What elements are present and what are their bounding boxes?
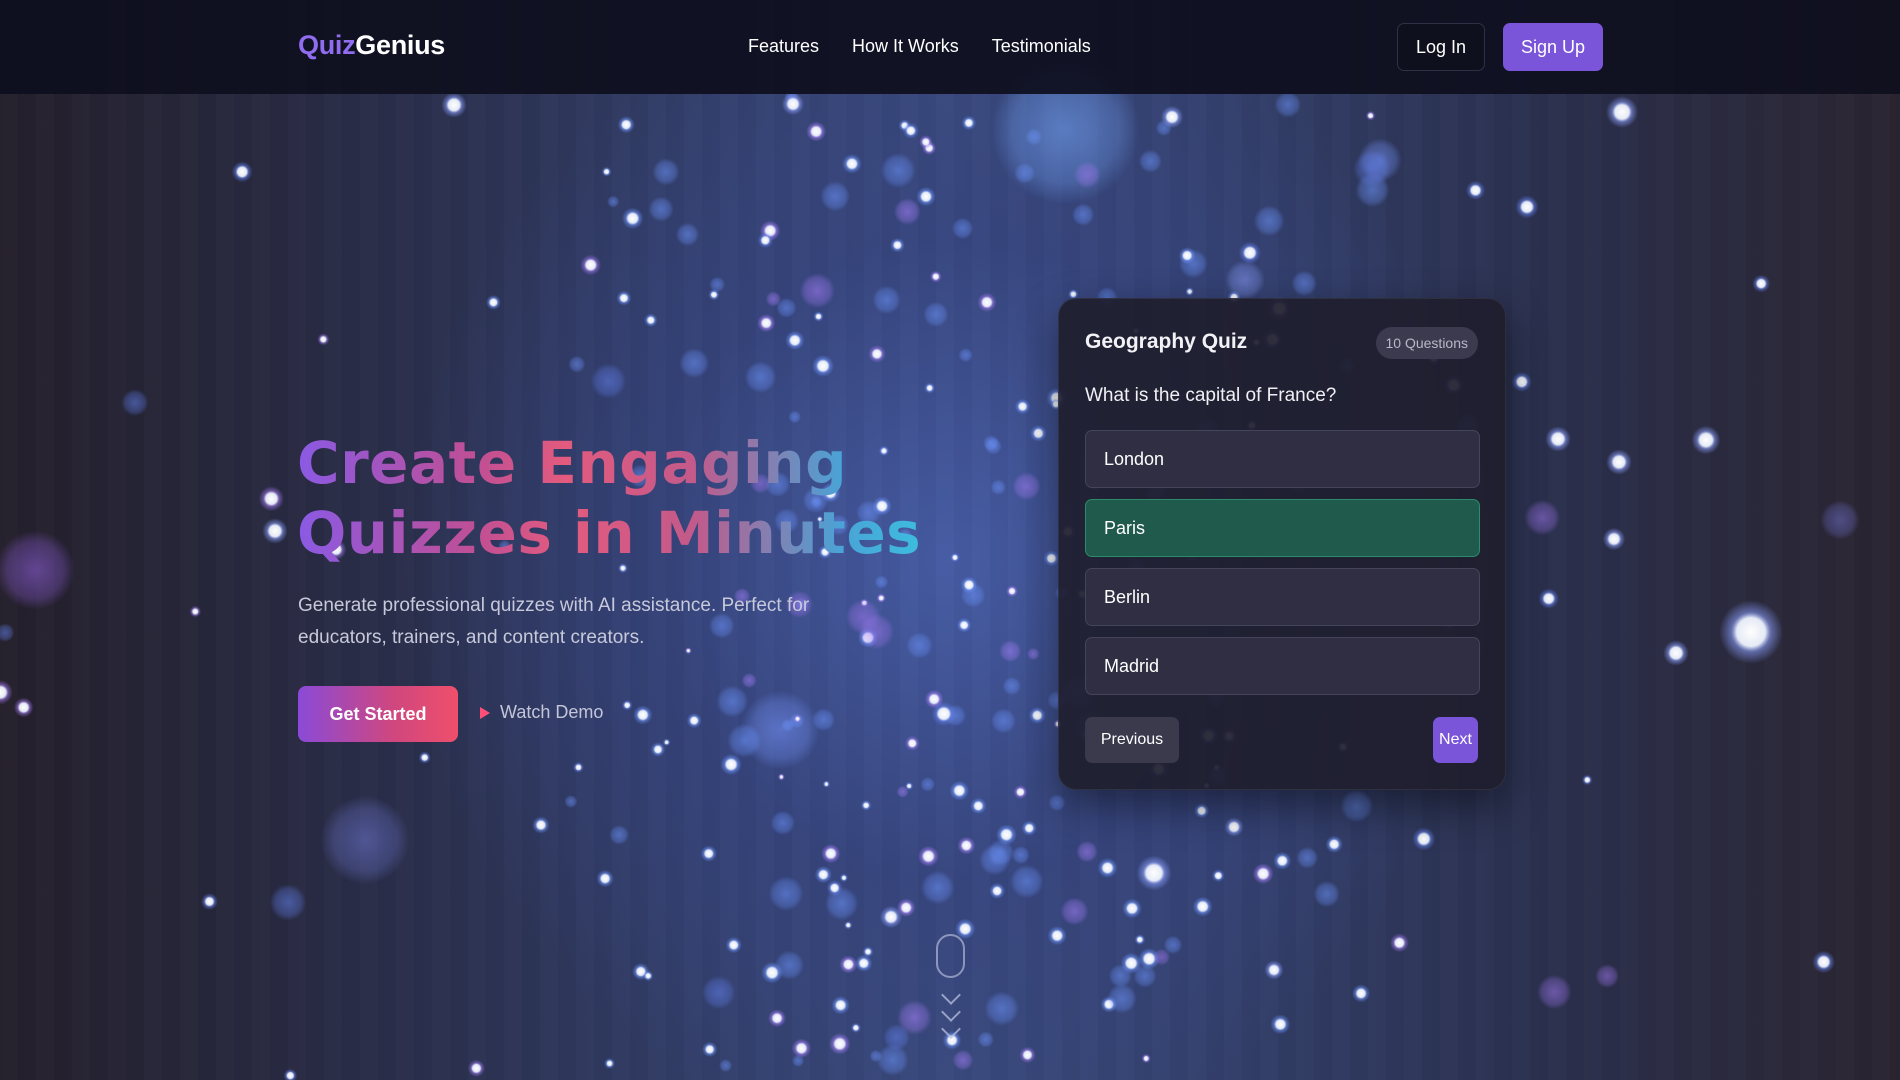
hero-subtitle: Generate professional quizzes with AI as… <box>298 595 810 648</box>
nav-link-testimonials[interactable]: Testimonials <box>992 36 1091 57</box>
logo-part-quiz: Quiz <box>298 30 356 60</box>
scroll-mouse-icon[interactable] <box>936 934 965 978</box>
hero-title-line-2: Quizzes in Minutes <box>297 499 922 567</box>
question-count-badge: 10 Questions <box>1375 327 1478 359</box>
signup-button[interactable]: Sign Up <box>1503 23 1603 71</box>
answer-options: London Paris Berlin Madrid <box>1085 430 1480 706</box>
hero-title-line-1: Create Engaging <box>297 429 848 497</box>
get-started-button[interactable]: Get Started <box>298 686 458 742</box>
nav-link-features[interactable]: Features <box>748 36 819 57</box>
logo-part-genius: Genius <box>355 30 446 60</box>
answer-option-london[interactable]: London <box>1085 430 1480 488</box>
nav-links: Features How It Works Testimonials <box>748 36 1091 57</box>
quiz-preview-card: Geography Quiz 10 Questions What is the … <box>1058 298 1506 790</box>
brand-logo[interactable]: QuizGenius <box>298 30 445 61</box>
watch-demo-link[interactable]: Watch Demo <box>480 702 603 723</box>
top-navbar: QuizGenius Features How It Works Testimo… <box>0 0 1900 94</box>
quiz-question: What is the capital of France? <box>1085 385 1337 406</box>
answer-option-madrid[interactable]: Madrid <box>1085 637 1480 695</box>
next-button[interactable]: Next <box>1433 717 1478 763</box>
nav-link-how-it-works[interactable]: How It Works <box>852 36 959 57</box>
play-icon <box>480 706 490 719</box>
answer-option-berlin[interactable]: Berlin <box>1085 568 1480 626</box>
answer-option-paris[interactable]: Paris <box>1085 499 1480 557</box>
quiz-title: Geography Quiz <box>1085 330 1248 353</box>
watch-demo-label: Watch Demo <box>500 702 604 722</box>
previous-button[interactable]: Previous <box>1085 717 1179 763</box>
hero-title: Create Engaging Quizzes in Minutes <box>297 428 937 568</box>
login-button[interactable]: Log In <box>1397 23 1485 71</box>
particle-field <box>0 0 1900 1080</box>
